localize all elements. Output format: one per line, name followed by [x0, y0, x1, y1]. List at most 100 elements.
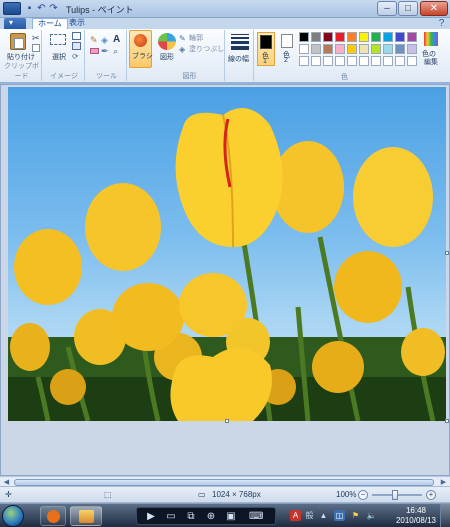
save-icon[interactable]: ▪ [24, 3, 35, 14]
brush-icon [134, 34, 147, 47]
custom-color-slot[interactable] [311, 56, 321, 66]
color-1-selector[interactable]: 色 1 [257, 32, 275, 66]
palette-color-swatch[interactable] [335, 32, 345, 42]
custom-color-slot[interactable] [395, 56, 405, 66]
crop-icon[interactable] [72, 32, 81, 40]
tab-view[interactable]: 表示 [64, 18, 90, 29]
zoom-icon[interactable]: ⊕ [205, 511, 217, 523]
minimize-button[interactable]: – [377, 1, 397, 16]
custom-color-slot[interactable] [323, 56, 333, 66]
cut-icon[interactable]: ✂ [32, 33, 40, 44]
palette-color-swatch[interactable] [311, 44, 321, 54]
custom-color-slot[interactable] [407, 56, 417, 66]
eraser-icon[interactable] [90, 48, 99, 54]
palette-color-swatch[interactable] [371, 32, 381, 42]
taskbar-paint-button[interactable] [70, 506, 102, 526]
canvas-resize-handle[interactable] [445, 419, 449, 423]
pencil-icon[interactable]: ✎ [90, 35, 98, 46]
zoom-in-button[interactable]: + [426, 490, 436, 500]
canvas-right-handle[interactable] [445, 251, 449, 255]
tray-chevron-icon[interactable]: ▲ [318, 510, 329, 521]
system-clock[interactable]: 16:48 2010/08/13 [396, 506, 436, 526]
tools-group: ✎ ◈ A ✒ ⌕ ツール [87, 30, 127, 81]
palette-color-swatch[interactable] [395, 32, 405, 42]
clipboard-group-label: クリップボード [4, 63, 39, 80]
resize-icon[interactable] [72, 42, 81, 50]
select-icon[interactable] [50, 34, 66, 45]
palette-color-swatch[interactable] [335, 44, 345, 54]
copy-icon[interactable] [32, 44, 40, 52]
title-bar: ▪ ↶ ↷ Tulips - ペイント – □ ✕ [0, 0, 450, 18]
clock-date: 2010/08/13 [395, 516, 436, 525]
palette-color-swatch[interactable] [359, 44, 369, 54]
palette-color-swatch[interactable] [347, 44, 357, 54]
brush-button[interactable]: ブラシ [129, 30, 153, 68]
keyboard-icon[interactable]: ⌨ [249, 511, 263, 523]
window-switch-icon[interactable]: ▭ [165, 511, 177, 523]
palette-color-swatch[interactable] [407, 44, 417, 54]
line-width-button[interactable]: 線の幅 [228, 54, 249, 64]
custom-color-slot[interactable] [383, 56, 393, 66]
palette-color-swatch[interactable] [323, 44, 333, 54]
network-icon[interactable]: ◫ [334, 510, 345, 521]
palette-color-swatch[interactable] [299, 44, 309, 54]
palette-color-swatch[interactable] [299, 32, 309, 42]
zoom-out-button[interactable]: − [358, 490, 368, 500]
line-width-icon[interactable] [231, 34, 249, 50]
shapes-icon[interactable] [158, 33, 176, 50]
rotate-icon[interactable]: ⟳ [72, 52, 79, 61]
custom-color-slot[interactable] [359, 56, 369, 66]
scrollbar-thumb[interactable] [14, 479, 434, 486]
help-icon[interactable]: ? [436, 18, 447, 29]
palette-color-swatch[interactable] [323, 32, 333, 42]
palette-color-swatch[interactable] [311, 32, 321, 42]
redo-icon[interactable]: ↷ [48, 3, 59, 14]
palette-color-swatch[interactable] [395, 44, 405, 54]
ime-icon[interactable]: 般 [304, 510, 315, 521]
color-picker-icon[interactable]: ✒ [101, 46, 109, 57]
image-canvas[interactable] [8, 87, 446, 421]
magnifier-icon[interactable]: ⌕ [113, 46, 118, 57]
taskbar-media-player-button[interactable] [40, 506, 66, 526]
palette-color-swatch[interactable] [383, 44, 393, 54]
canvas-bottom-handle[interactable] [225, 419, 229, 423]
show-desktop-button[interactable] [440, 504, 450, 527]
zoom-slider-thumb[interactable] [392, 490, 398, 500]
volume-icon[interactable]: 🔈 [366, 510, 377, 521]
outline-button[interactable]: 輪郭 [189, 33, 203, 43]
edit-colors-line2[interactable]: 編集 [424, 57, 438, 67]
shapes-button[interactable]: 図形 [160, 52, 174, 62]
custom-color-slot[interactable] [335, 56, 345, 66]
display-icon[interactable]: ⧉ [185, 511, 197, 523]
palette-color-swatch[interactable] [371, 44, 381, 54]
palette-color-swatch[interactable] [383, 32, 393, 42]
action-center-icon[interactable]: ⚑ [350, 510, 361, 521]
screen-icon[interactable]: ▣ [225, 511, 237, 523]
language-bar-icon[interactable]: A [290, 510, 301, 521]
palette-color-swatch[interactable] [407, 32, 417, 42]
maximize-button[interactable]: □ [398, 1, 418, 16]
start-button[interactable] [2, 505, 24, 527]
tulip-main [175, 107, 283, 248]
play-pause-icon[interactable]: ▶ [145, 511, 157, 523]
tab-home[interactable]: ホーム [32, 18, 68, 29]
select-button[interactable]: 選択 [52, 52, 66, 62]
paint-menu-button[interactable] [3, 2, 21, 15]
custom-color-slot[interactable] [299, 56, 309, 66]
color-2-swatch [281, 34, 293, 48]
image-dimensions: 1024 × 768px [212, 490, 261, 499]
color-2-selector[interactable]: 色 2 [279, 32, 297, 66]
edit-colors-icon[interactable] [424, 32, 438, 46]
palette-color-swatch[interactable] [347, 32, 357, 42]
custom-color-slot[interactable] [347, 56, 357, 66]
custom-color-slot[interactable] [371, 56, 381, 66]
text-icon[interactable]: A [113, 34, 120, 45]
undo-icon[interactable]: ↶ [36, 3, 47, 14]
tulips-image [8, 107, 446, 421]
paste-icon[interactable] [10, 33, 26, 50]
close-button[interactable]: ✕ [420, 1, 448, 16]
fill-shape-button[interactable]: 塗りつぶし [189, 44, 224, 54]
paint-menu-tab[interactable]: ▾ [4, 18, 26, 29]
palette-color-swatch[interactable] [359, 32, 369, 42]
fill-icon[interactable]: ◈ [101, 35, 108, 46]
